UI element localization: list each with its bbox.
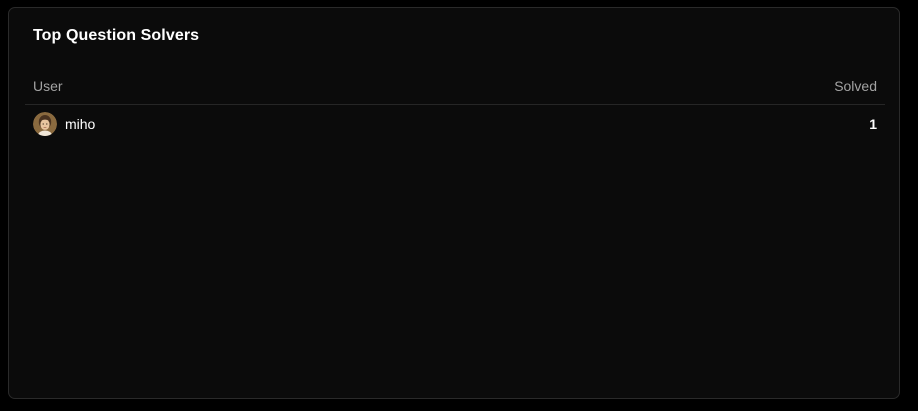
solved-count: 1 xyxy=(869,116,877,132)
table-row[interactable]: miho 1 xyxy=(25,105,885,145)
column-header-user: User xyxy=(33,78,63,94)
user-avatar-icon[interactable] xyxy=(33,112,57,136)
solvers-table: User Solved miho 1 xyxy=(25,70,885,145)
card-title: Top Question Solvers xyxy=(33,27,200,44)
top-solvers-card: Top Question Solvers User Solved miho 1 xyxy=(8,7,900,399)
column-header-solved: Solved xyxy=(834,78,877,94)
table-header: User Solved xyxy=(25,70,885,105)
user-name[interactable]: miho xyxy=(65,116,95,132)
